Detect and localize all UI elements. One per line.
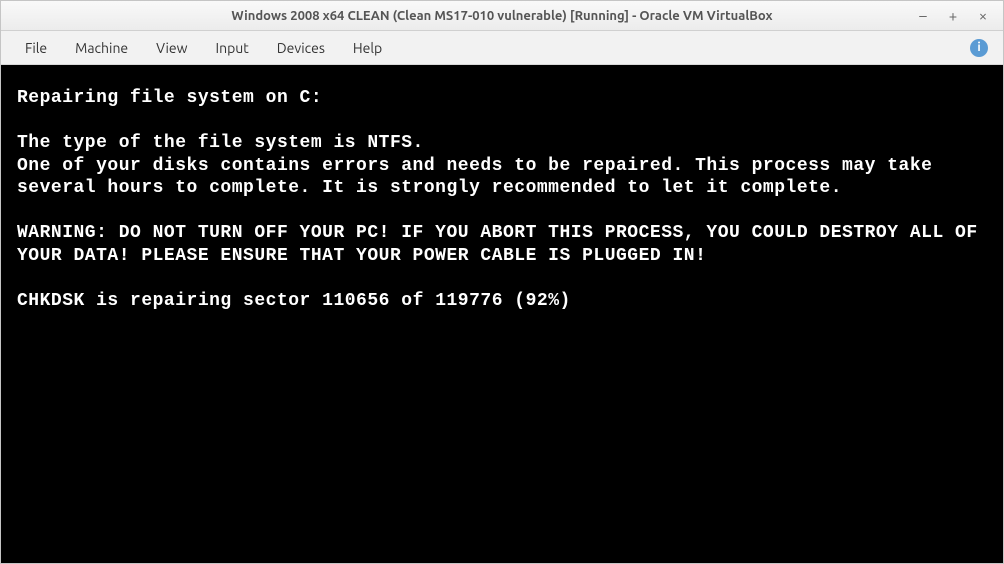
- console-line: The type of the file system is NTFS.: [17, 133, 424, 153]
- menu-machine[interactable]: Machine: [61, 34, 142, 62]
- chkdsk-percent: 92%: [526, 291, 560, 311]
- console-line: One of your disks contains errors and ne…: [17, 156, 944, 199]
- chkdsk-total-sectors: 119776: [435, 291, 503, 311]
- menubar: File Machine View Input Devices Help i: [1, 31, 1003, 65]
- menu-view[interactable]: View: [142, 34, 201, 62]
- maximize-button[interactable]: +: [945, 8, 961, 24]
- titlebar[interactable]: Windows 2008 x64 CLEAN (Clean MS17-010 v…: [1, 1, 1003, 31]
- window-title: Windows 2008 x64 CLEAN (Clean MS17-010 v…: [9, 9, 995, 23]
- window-controls: – + ×: [915, 8, 991, 24]
- info-icon: i: [970, 39, 988, 57]
- info-button[interactable]: i: [969, 38, 989, 58]
- console-output: Repairing file system on C: The type of …: [17, 87, 987, 312]
- chkdsk-progress-line: CHKDSK is repairing sector 110656 of 119…: [17, 291, 571, 311]
- minimize-button[interactable]: –: [915, 8, 931, 24]
- vm-window: Windows 2008 x64 CLEAN (Clean MS17-010 v…: [0, 0, 1004, 564]
- menu-help[interactable]: Help: [339, 34, 396, 62]
- console-line: Repairing file system on C:: [17, 88, 322, 108]
- menu-input[interactable]: Input: [202, 34, 263, 62]
- vm-screen[interactable]: Repairing file system on C: The type of …: [1, 65, 1003, 563]
- chkdsk-current-sector: 110656: [322, 291, 390, 311]
- menu-devices[interactable]: Devices: [263, 34, 339, 62]
- menu-file[interactable]: File: [11, 34, 61, 62]
- close-button[interactable]: ×: [975, 8, 991, 24]
- console-warning: WARNING: DO NOT TURN OFF YOUR PC! IF YOU…: [17, 223, 989, 266]
